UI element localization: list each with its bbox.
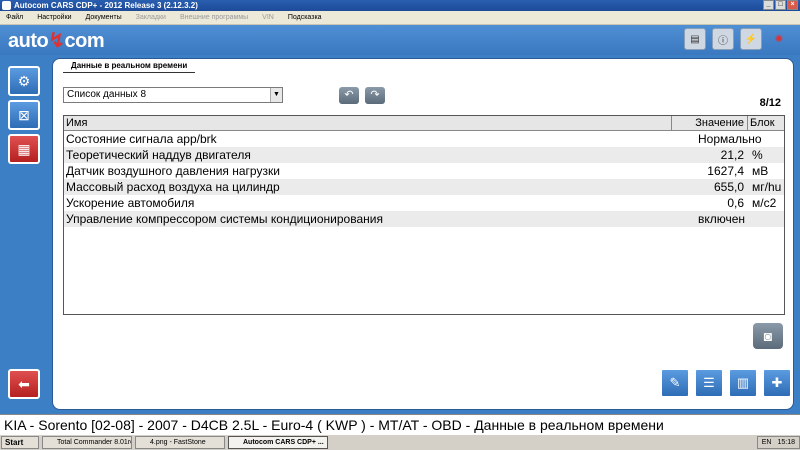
row-value: 21,2	[720, 148, 744, 162]
taskbar: Start Total Commander 8.01rc... 4.png - …	[0, 434, 800, 450]
camera-icon[interactable]: ◙	[753, 323, 783, 349]
row-name: Датчик воздушного давления нагрузки	[66, 164, 280, 178]
header-value[interactable]: Значение	[672, 116, 748, 130]
back-arrow-icon[interactable]: ⬅	[8, 369, 40, 399]
autocom-logo: auto↯com	[8, 30, 105, 52]
table-row[interactable]: Ускорение автомобиля 0,6 м/с2	[64, 195, 784, 211]
system-tray: EN 15:18	[756, 436, 800, 449]
menu-help[interactable]: Подсказка	[288, 14, 322, 21]
report-icon[interactable]: ✎	[660, 368, 690, 398]
next-page-button[interactable]: ↷	[365, 87, 385, 104]
table-row[interactable]: Состояние сигнала app/brk Нормально	[64, 131, 784, 147]
row-name: Массовый расход воздуха на цилиндр	[66, 180, 280, 194]
menu-file[interactable]: Файл	[6, 14, 23, 21]
close-button[interactable]: ×	[787, 0, 798, 10]
row-name: Управление компрессором системы кондицио…	[66, 212, 383, 226]
table-row[interactable]: Датчик воздушного давления нагрузки 1627…	[64, 163, 784, 179]
row-value: включен	[698, 212, 746, 226]
row-unit: м/с2	[752, 196, 777, 210]
menu-vin[interactable]: VIN	[262, 14, 274, 21]
data-table: Имя Значение Блок Состояние сигнала app/…	[63, 115, 785, 315]
minimize-button[interactable]: _	[763, 0, 774, 10]
graph-icon[interactable]: ▥	[728, 368, 758, 398]
brake-icon[interactable]: ⊠	[8, 100, 40, 130]
table-row[interactable]: Теоретический наддув двигателя 21,2 %	[64, 147, 784, 163]
row-name: Ускорение автомобиля	[66, 196, 195, 210]
start-button[interactable]: Start	[1, 436, 39, 449]
diagnostic-icon[interactable]: ✚	[762, 368, 792, 398]
menu-bar: Файл Настройки Документы Закладки Внешни…	[0, 11, 800, 25]
list-icon[interactable]: ☰	[694, 368, 724, 398]
app-icon	[2, 1, 11, 10]
main-panel: Данные в реальном времени Список данных …	[52, 58, 794, 410]
row-name: Теоретический наддув двигателя	[66, 148, 251, 162]
row-unit: %	[752, 148, 763, 162]
header-name[interactable]: Имя	[64, 116, 672, 130]
prev-page-button[interactable]: ↶	[339, 87, 359, 104]
task-faststone[interactable]: 4.png - FastStone	[135, 436, 225, 449]
engine-icon[interactable]: ⚙	[8, 66, 40, 96]
loading-icon: ✺	[774, 33, 784, 45]
menu-settings[interactable]: Настройки	[37, 14, 71, 21]
menu-documents[interactable]: Документы	[86, 14, 122, 21]
language-indicator[interactable]: EN	[762, 437, 772, 448]
app-header: auto↯com ▤ ⓘ ⚡ ✺	[0, 25, 800, 55]
table-row[interactable]: Массовый расход воздуха на цилиндр 655,0…	[64, 179, 784, 195]
window-title: Autocom CARS CDP+ - 2012 Release 3 (2.12…	[14, 1, 198, 10]
task-total-commander[interactable]: Total Commander 8.01rc...	[42, 436, 132, 449]
row-value: 1627,4	[707, 164, 744, 178]
vehicle-status-bar: KIA - Sorento [02-08] - 2007 - D4CB 2.5L…	[0, 414, 800, 434]
clock[interactable]: 15:18	[777, 437, 795, 448]
row-unit: мг/hu	[752, 180, 782, 194]
chevron-down-icon[interactable]: ▼	[270, 88, 282, 102]
row-value: Нормально	[698, 132, 762, 146]
menu-bookmarks[interactable]: Закладки	[136, 14, 166, 21]
tab-realtime-data[interactable]: Данные в реальном времени	[63, 59, 196, 73]
row-value: 0,6	[727, 196, 744, 210]
row-value: 655,0	[713, 180, 744, 194]
page-counter: 8/12	[759, 97, 781, 109]
menu-external-programs[interactable]: Внешние программы	[180, 14, 248, 21]
task-autocom[interactable]: Autocom CARS CDP+ ...	[228, 436, 328, 449]
obd-icon[interactable]: ▤	[684, 28, 706, 50]
window-titlebar: Autocom CARS CDP+ - 2012 Release 3 (2.12…	[0, 0, 800, 11]
row-name: Состояние сигнала app/brk	[66, 132, 217, 146]
table-row[interactable]: Управление компрессором системы кондицио…	[64, 211, 784, 227]
gauge-icon[interactable]: ▦	[8, 134, 40, 164]
flash-icon[interactable]: ⚡	[740, 28, 762, 50]
info-icon[interactable]: ⓘ	[712, 28, 734, 50]
maximize-button[interactable]: □	[775, 0, 786, 10]
header-block[interactable]: Блок	[748, 116, 784, 130]
row-unit: мВ	[752, 164, 769, 178]
data-list-select[interactable]: Список данных 8 ▼	[63, 87, 283, 103]
table-header: Имя Значение Блок	[64, 116, 784, 131]
